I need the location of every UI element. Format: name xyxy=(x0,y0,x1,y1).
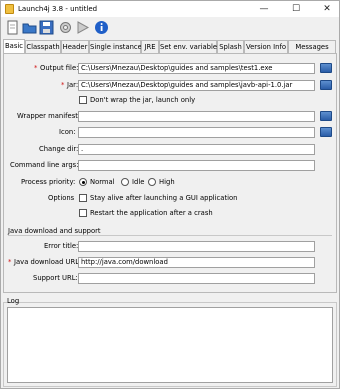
required-marker: * xyxy=(34,64,38,72)
wrapper-manifest-field[interactable] xyxy=(78,111,315,122)
run-icon[interactable] xyxy=(75,20,90,35)
jar-label: Jar: xyxy=(67,81,79,89)
priority-idle-label: Idle xyxy=(132,178,145,186)
java-download-section-title: Java download and support xyxy=(8,227,101,235)
priority-label: Process priority: xyxy=(21,178,76,186)
tab-splash[interactable]: Splash xyxy=(217,40,244,53)
log-title: Log xyxy=(7,297,20,305)
new-icon[interactable] xyxy=(5,20,20,35)
log-area[interactable] xyxy=(7,307,333,383)
settings-icon[interactable] xyxy=(58,20,73,35)
tab-header[interactable]: Header xyxy=(61,40,89,53)
error-title-field[interactable] xyxy=(78,241,315,252)
output-file-browse-icon[interactable] xyxy=(320,63,332,73)
cmd-args-field[interactable] xyxy=(78,160,315,171)
priority-idle-radio[interactable] xyxy=(121,178,129,186)
title-bar: Launch4j 3.8 - untitled — ☐ ✕ xyxy=(1,1,339,17)
cmd-args-label: Command line args: xyxy=(10,161,79,169)
change-dir-field[interactable]: . xyxy=(78,144,315,155)
java-download-url-field[interactable]: http://java.com/download xyxy=(78,257,315,268)
launch4j-window: Launch4j 3.8 - untitled — ☐ ✕ Basic Clas… xyxy=(0,0,340,389)
jar-field[interactable]: C:\Users\Mnezau\Desktop\guides and sampl… xyxy=(78,80,315,91)
required-marker: * xyxy=(8,258,12,266)
tab-single-instance[interactable]: Single instance xyxy=(89,40,142,53)
stay-alive-label: Stay alive after launching a GUI applica… xyxy=(90,194,238,202)
tab-jre[interactable]: JRE xyxy=(141,40,159,53)
info-icon[interactable] xyxy=(94,20,109,35)
window-title: Launch4j 3.8 - untitled xyxy=(18,5,98,13)
dont-wrap-label: Don't wrap the jar, launch only xyxy=(90,96,196,104)
java-download-url-label: Java download URL: xyxy=(14,258,82,266)
output-file-field[interactable]: C:\Users\Mnezau\Desktop\guides and sampl… xyxy=(78,63,315,74)
toolbar xyxy=(1,17,339,39)
open-icon[interactable] xyxy=(22,20,37,35)
icon-browse-icon[interactable] xyxy=(320,127,332,137)
options-label: Options xyxy=(48,194,75,202)
error-title-label: Error title: xyxy=(44,242,79,250)
basic-panel: * Output file: C:\Users\Mnezau\Desktop\g… xyxy=(3,53,337,293)
icon-field[interactable] xyxy=(78,127,315,138)
required-marker: * xyxy=(61,81,65,89)
priority-normal-label: Normal xyxy=(90,178,115,186)
tab-basic[interactable]: Basic xyxy=(3,39,25,53)
tab-set-env-variables[interactable]: Set env. variables xyxy=(159,40,221,53)
tab-classpath[interactable]: Classpath xyxy=(25,40,61,53)
close-button[interactable]: ✕ xyxy=(317,3,337,15)
wrapper-manifest-browse-icon[interactable] xyxy=(320,111,332,121)
tab-bar: Basic Classpath Header Single instance J… xyxy=(3,39,337,53)
priority-high-radio[interactable] xyxy=(148,178,156,186)
change-dir-label: Change dir: xyxy=(39,145,79,153)
tab-version-info[interactable]: Version Info xyxy=(244,40,288,53)
restart-label: Restart the application after a crash xyxy=(90,209,213,217)
tab-messages[interactable]: Messages xyxy=(288,40,336,53)
priority-high-label: High xyxy=(159,178,175,186)
section-divider xyxy=(8,235,332,236)
save-icon[interactable] xyxy=(39,20,54,35)
icon-label: Icon: xyxy=(59,128,76,136)
restart-checkbox[interactable] xyxy=(79,209,87,217)
maximize-button[interactable]: ☐ xyxy=(286,3,306,15)
wrapper-manifest-label: Wrapper manifest: xyxy=(17,112,81,120)
support-url-field[interactable] xyxy=(78,273,315,284)
jar-browse-icon[interactable] xyxy=(320,80,332,90)
app-icon xyxy=(5,4,14,14)
priority-normal-radio[interactable] xyxy=(79,178,87,186)
minimize-button[interactable]: — xyxy=(254,3,274,15)
stay-alive-checkbox[interactable] xyxy=(79,194,87,202)
support-url-label: Support URL: xyxy=(33,274,78,282)
output-file-label: Output file: xyxy=(40,64,79,72)
dont-wrap-checkbox[interactable] xyxy=(79,96,87,104)
